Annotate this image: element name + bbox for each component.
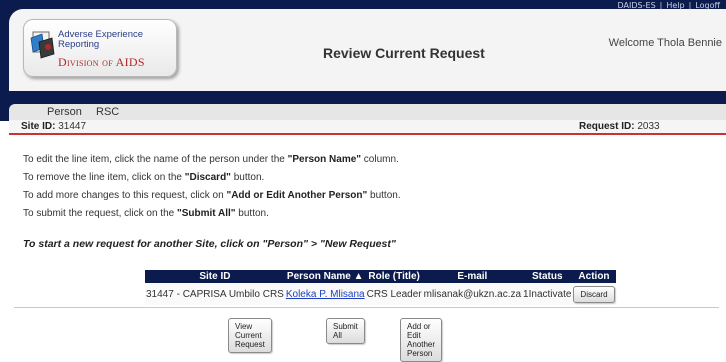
cell-email: mlisanak@ukzn.ac.za (422, 283, 523, 305)
cell-role: CRS Leader (365, 283, 423, 305)
request-id-label: Request ID: (579, 121, 635, 132)
col-header-person-name[interactable]: Person Name ▲ (284, 270, 366, 283)
tab-rsc[interactable]: RSC (96, 106, 119, 118)
discard-button[interactable]: Discard (573, 285, 615, 303)
view-current-request-button[interactable]: View Current Request (228, 318, 272, 353)
page-title: Review Current Request (323, 45, 485, 61)
instruction-line: To remove the line item, click on the "D… (23, 172, 265, 183)
logoff-link[interactable]: Logoff (695, 1, 720, 10)
divider (14, 307, 719, 308)
tab-person[interactable]: Person (47, 106, 82, 118)
instruction-line: To edit the line item, click the name of… (23, 154, 399, 165)
table-row: 31447 - CAPRISA Umbilo CRS Koleka P. Mli… (145, 283, 616, 305)
top-links: DAIDS-ES | Help | Logoff (616, 1, 722, 10)
request-id-value: 2033 (637, 121, 660, 132)
col-header-email[interactable]: E-mail (422, 270, 523, 283)
separator: | (688, 1, 692, 10)
logo-text-line3: Division of AIDS (58, 55, 145, 69)
instruction-line: To submit the request, click on the "Sub… (23, 208, 269, 219)
cell-action: Discard (572, 283, 616, 305)
add-edit-person-button[interactable]: Add or Edit Another Person (400, 318, 443, 362)
logo-icon (30, 31, 55, 59)
separator: | (659, 1, 663, 10)
col-header-role[interactable]: Role (Title) (365, 270, 423, 283)
col-header-action: Action (572, 270, 616, 283)
cell-status: 1Inactivate (522, 283, 573, 305)
logo-text-line2: Reporting (58, 39, 100, 50)
app-logo[interactable]: Adverse Experience Reporting Division of… (23, 19, 177, 77)
col-header-status[interactable]: Status (522, 270, 573, 283)
site-id-value: 31447 (58, 121, 87, 132)
welcome-message: Welcome Thola Bennie (608, 37, 722, 49)
person-name-link[interactable]: Koleka P. Mlisana (284, 283, 366, 305)
site-id: Site ID: 31447 (21, 120, 86, 133)
new-request-hint: To start a new request for another Site,… (23, 238, 396, 250)
site-id-bar: Site ID: 31447 Request ID: 2033 (9, 120, 726, 135)
help-link[interactable]: Help (666, 1, 684, 10)
submit-all-button[interactable]: Submit All (326, 318, 365, 344)
instruction-line: To add more changes to this request, cli… (23, 190, 401, 201)
cell-site-id: 31447 - CAPRISA Umbilo CRS (145, 283, 285, 305)
request-table: Site ID Person Name ▲ Role (Title) E-mai… (145, 270, 616, 305)
header-panel: Adverse Experience Reporting Division of… (9, 9, 726, 91)
nav-tabs: Person RSC (9, 104, 726, 120)
request-id: Request ID: 2033 (579, 120, 660, 133)
app-code-link[interactable]: DAIDS-ES (618, 1, 656, 10)
table-header-row: Site ID Person Name ▲ Role (Title) E-mai… (145, 270, 616, 283)
site-id-label: Site ID: (21, 121, 56, 132)
col-header-site-id[interactable]: Site ID (145, 270, 285, 283)
